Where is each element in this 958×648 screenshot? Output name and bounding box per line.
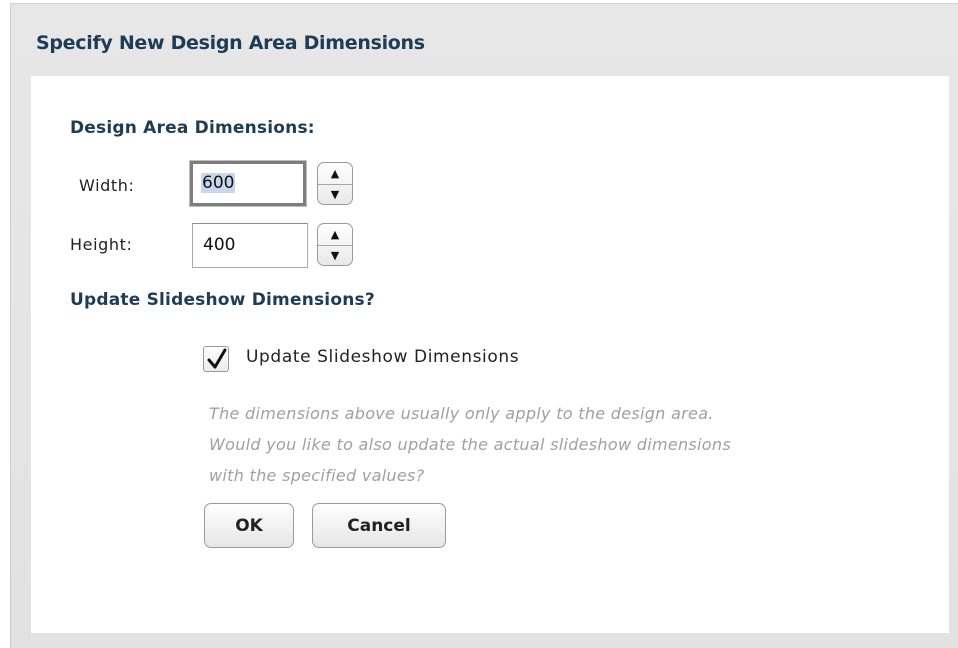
width-input[interactable]: 600 [190, 161, 306, 206]
height-increment-button[interactable]: ▲ [318, 224, 352, 246]
help-text: The dimensions above usually only apply … [209, 398, 909, 491]
arrow-down-icon: ▼ [330, 249, 340, 263]
ok-button[interactable]: OK [204, 503, 294, 548]
design-area-heading: Design Area Dimensions: [70, 118, 315, 138]
arrow-up-icon: ▲ [330, 227, 340, 241]
update-slideshow-label[interactable]: Update Slideshow Dimensions [246, 347, 519, 367]
check-icon [207, 348, 227, 369]
height-decrement-button[interactable]: ▼ [318, 246, 352, 266]
height-label: Height: [70, 235, 133, 254]
width-decrement-button[interactable]: ▼ [318, 185, 352, 205]
width-stepper[interactable]: ▲ ▼ [317, 162, 353, 205]
width-increment-button[interactable]: ▲ [318, 163, 352, 185]
help-line: The dimensions above usually only apply … [209, 404, 714, 423]
arrow-up-icon: ▲ [330, 166, 340, 180]
update-slideshow-checkbox[interactable] [203, 346, 229, 372]
width-label: Width: [79, 176, 135, 195]
width-value: 600 [201, 173, 236, 193]
slideshow-heading: Update Slideshow Dimensions? [70, 290, 375, 310]
height-value: 400 [203, 235, 236, 255]
height-input[interactable]: 400 [192, 223, 308, 268]
cancel-button[interactable]: Cancel [312, 503, 446, 548]
help-line: with the specified values? [209, 466, 425, 485]
dialog: Specify New Design Area Dimensions Desig… [10, 3, 958, 648]
content-panel: Design Area Dimensions: Width: 600 ▲ ▼ H… [31, 76, 949, 633]
dialog-title: Specify New Design Area Dimensions [36, 32, 425, 54]
height-stepper[interactable]: ▲ ▼ [317, 223, 353, 266]
arrow-down-icon: ▼ [330, 188, 340, 202]
help-line: Would you like to also update the actual… [209, 435, 731, 454]
